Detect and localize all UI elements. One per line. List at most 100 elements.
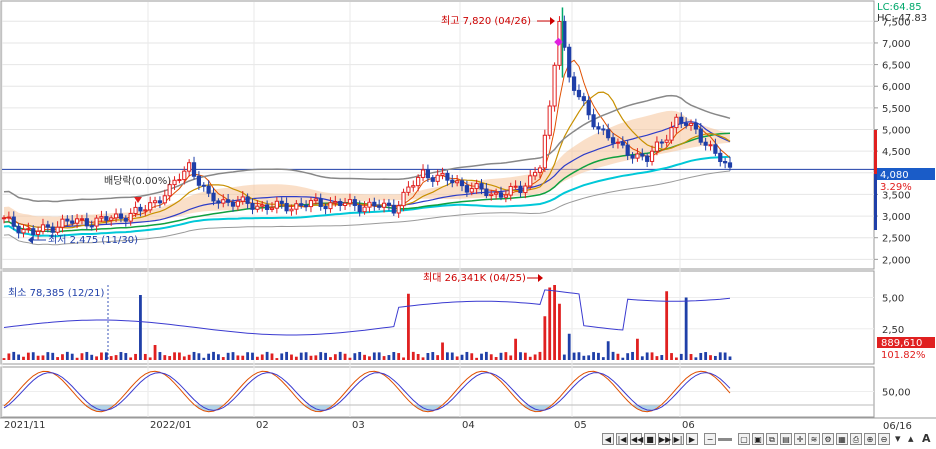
settings-icon[interactable]: ⚙: [822, 433, 834, 445]
x-tick-label: 05: [574, 420, 587, 431]
candle-body: [133, 206, 138, 214]
zoom-slider[interactable]: [718, 438, 732, 441]
scroll-right-icon[interactable]: ▶: [686, 433, 698, 445]
layout-overlay-icon[interactable]: ⧉: [766, 433, 778, 445]
volume-bar: [397, 353, 401, 360]
candle-body: [128, 212, 133, 222]
volume-bar: [285, 351, 289, 360]
change-bar-down: [874, 174, 877, 230]
candle-body: [542, 134, 547, 169]
volume-bar: [197, 353, 201, 360]
volume-bar: [504, 352, 508, 360]
price-tick-label: 5,000: [882, 126, 911, 137]
volume-bar: [51, 352, 55, 360]
candle-body: [113, 213, 119, 219]
candle-body: [367, 201, 372, 208]
volume-bar: [153, 345, 157, 360]
candle-body: [420, 169, 426, 178]
volume-bar: [431, 352, 435, 360]
volume-bar: [202, 357, 206, 360]
volume-bar: [275, 358, 279, 360]
volume-bar: [358, 351, 362, 360]
rewind-icon[interactable]: ◀◀: [630, 433, 643, 445]
font-increase-icon[interactable]: ▴: [908, 433, 914, 445]
layout-single-icon[interactable]: ▢: [738, 433, 750, 445]
candle-body: [386, 202, 392, 206]
indicator-icon[interactable]: ≋: [808, 433, 820, 445]
volume-bar: [173, 352, 176, 360]
candle-body: [308, 200, 314, 208]
volume-bar: [660, 355, 664, 360]
candle-body: [513, 185, 518, 188]
candle-body: [123, 217, 128, 222]
volume-bar: [260, 354, 264, 360]
volume-bar: [85, 351, 89, 360]
volume-bar: [216, 354, 220, 360]
font-decrease-icon[interactable]: ▾: [895, 433, 901, 445]
volume-bar: [450, 352, 454, 360]
candle-body: [518, 185, 523, 194]
candle-body: [411, 185, 416, 188]
price-tick-label: 4,500: [882, 147, 911, 158]
candle-body: [55, 226, 60, 233]
candle-body: [157, 200, 163, 204]
crosshair-icon[interactable]: ✛: [794, 433, 806, 445]
print-icon[interactable]: ⎙: [850, 433, 862, 445]
volume-bar: [679, 353, 683, 360]
candle-body: [138, 206, 143, 212]
volume-value-label: 889,610: [881, 338, 922, 349]
candle-body: [230, 201, 236, 207]
stop-icon[interactable]: ■: [644, 433, 656, 445]
candle-body: [104, 216, 109, 221]
candle-body: [187, 162, 192, 172]
zoom-out-icon[interactable]: −: [704, 433, 716, 445]
candle-body: [474, 183, 479, 190]
layout-split-icon[interactable]: ▣: [752, 433, 764, 445]
candle-body: [416, 176, 421, 187]
candle-body: [498, 192, 504, 198]
volume-bar: [553, 285, 556, 360]
candle-body: [674, 116, 679, 129]
zoom-out-magnifier-icon[interactable]: ⊖: [878, 433, 890, 445]
volume-bar: [514, 338, 518, 360]
candle-body: [552, 64, 557, 107]
candle-body: [338, 201, 343, 206]
volume-bar: [694, 357, 698, 360]
volume-bar: [192, 351, 196, 360]
volume-bar: [158, 352, 162, 360]
volume-bar: [129, 357, 133, 360]
volume-bar: [543, 316, 547, 360]
candle-body: [152, 200, 158, 204]
candle-body: [479, 183, 484, 190]
candle-body: [645, 155, 650, 162]
scroll-first-icon[interactable]: |◀: [616, 433, 628, 445]
save-image-icon[interactable]: ▦: [836, 433, 848, 445]
zoom-in-magnifier-icon[interactable]: ⊕: [864, 433, 876, 445]
scroll-last-icon[interactable]: ▶|: [672, 433, 684, 445]
fast-forward-icon[interactable]: ▶▶: [658, 433, 671, 445]
price-tick-label: 2,000: [882, 255, 911, 266]
volume-bar: [36, 355, 40, 360]
volume-bar: [31, 352, 35, 360]
volume-ratio-label: 101.82%: [881, 350, 926, 361]
scroll-left-icon[interactable]: ◀: [602, 433, 614, 445]
font-size-icon[interactable]: A: [922, 433, 931, 445]
chart-type-icon[interactable]: ▤: [780, 433, 792, 445]
candle-body: [362, 206, 367, 213]
candle-body: [523, 185, 528, 194]
candle-body: [342, 202, 348, 206]
volume-bar: [163, 355, 167, 360]
candle-body: [333, 201, 338, 204]
candle-body: [455, 180, 460, 184]
candle-body: [221, 199, 226, 204]
hc-label: HC:-47.83: [877, 13, 927, 24]
x-tick-label: 02: [256, 420, 269, 431]
volume-bar: [494, 357, 498, 360]
x-tick-label: 06: [682, 420, 695, 431]
volume-bar: [655, 356, 659, 360]
candle-body: [464, 185, 469, 193]
candle-body: [196, 175, 201, 186]
volume-bar: [280, 353, 284, 360]
volume-bar: [636, 338, 639, 360]
candle-body: [693, 122, 698, 130]
